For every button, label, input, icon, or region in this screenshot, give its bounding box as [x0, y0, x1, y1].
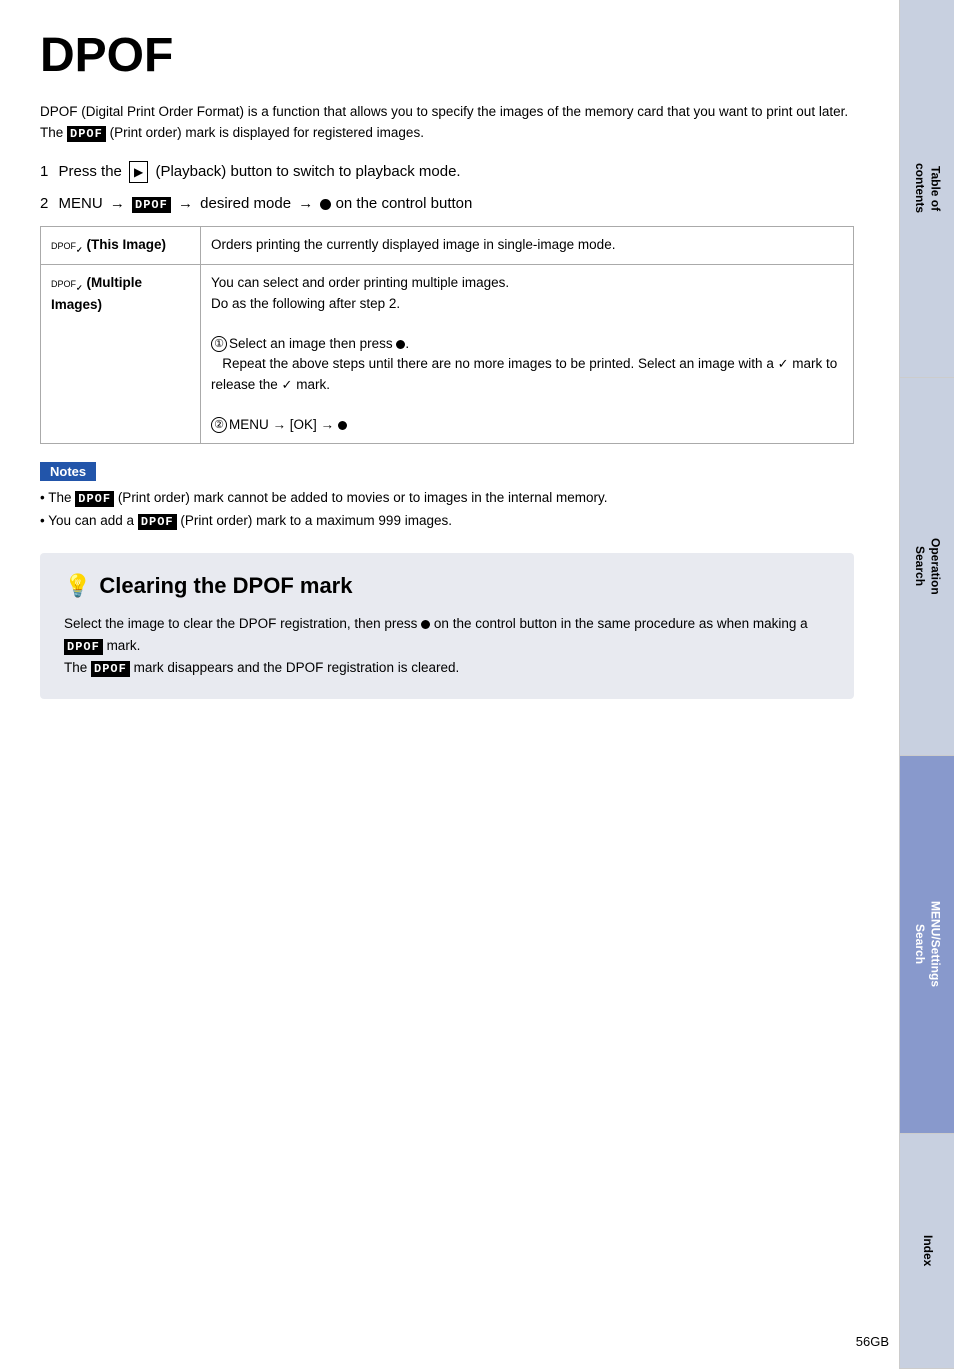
sidebar-tab-index[interactable]: Index: [899, 1134, 954, 1369]
dpof-mark-note1: DPOF: [75, 491, 114, 507]
dpof-mark-clearing2: DPOF: [91, 661, 130, 677]
table-cell-desc-this-image: Orders printing the currently displayed …: [201, 226, 854, 265]
dpof-mark-clearing1: DPOF: [64, 639, 103, 655]
table-cell-desc-multiple: You can select and order printing multip…: [201, 265, 854, 444]
sidebar: Table ofcontents OperationSearch MENU/Se…: [899, 0, 954, 1369]
mode-table: DPOF✓ (This Image) Orders printing the c…: [40, 226, 854, 445]
table-cell-label-multiple: DPOF✓ (Multiple Images): [41, 265, 201, 444]
sidebar-tab-menu-settings[interactable]: MENU/SettingsSearch: [899, 756, 954, 1134]
main-content: DPOF DPOF (Digital Print Order Format) i…: [0, 0, 894, 739]
step-1: 1 Press the ▶ (Playback) button to switc…: [40, 161, 854, 184]
intro-text: DPOF (Digital Print Order Format) is a f…: [40, 101, 854, 145]
notes-label: Notes: [40, 462, 96, 481]
num-circle-2: ②: [211, 417, 227, 433]
table-cell-label-this-image: DPOF✓ (This Image): [41, 226, 201, 265]
step-2: 2 MENU → DPOF → desired mode → on the co…: [40, 193, 854, 216]
sidebar-tab-toc[interactable]: Table ofcontents: [899, 0, 954, 378]
playback-btn-icon: ▶: [129, 161, 148, 183]
clearing-title: 💡 Clearing the DPOF mark: [64, 573, 830, 599]
notes-list: The DPOF (Print order) mark cannot be ad…: [40, 487, 854, 533]
table-row-this-image: DPOF✓ (This Image) Orders printing the c…: [41, 226, 854, 265]
dpof-mark-intro: DPOF: [67, 126, 106, 142]
page-title: DPOF: [40, 30, 854, 83]
table-row-multiple-images: DPOF✓ (Multiple Images) You can select a…: [41, 265, 854, 444]
notes-item-1: The DPOF (Print order) mark cannot be ad…: [40, 487, 854, 510]
tip-icon: 💡: [64, 573, 91, 599]
dpof-mark-step2: DPOF: [132, 197, 171, 213]
notes-box: Notes The DPOF (Print order) mark cannot…: [40, 462, 854, 533]
notes-item-2: You can add a DPOF (Print order) mark to…: [40, 510, 854, 533]
clearing-box: 💡 Clearing the DPOF mark Select the imag…: [40, 553, 854, 699]
dpof-mark-note2: DPOF: [138, 514, 177, 530]
clearing-text: Select the image to clear the DPOF regis…: [64, 613, 830, 679]
num-circle-1: ①: [211, 336, 227, 352]
sidebar-tab-operation[interactable]: OperationSearch: [899, 378, 954, 756]
page-number: 56GB: [856, 1334, 889, 1349]
